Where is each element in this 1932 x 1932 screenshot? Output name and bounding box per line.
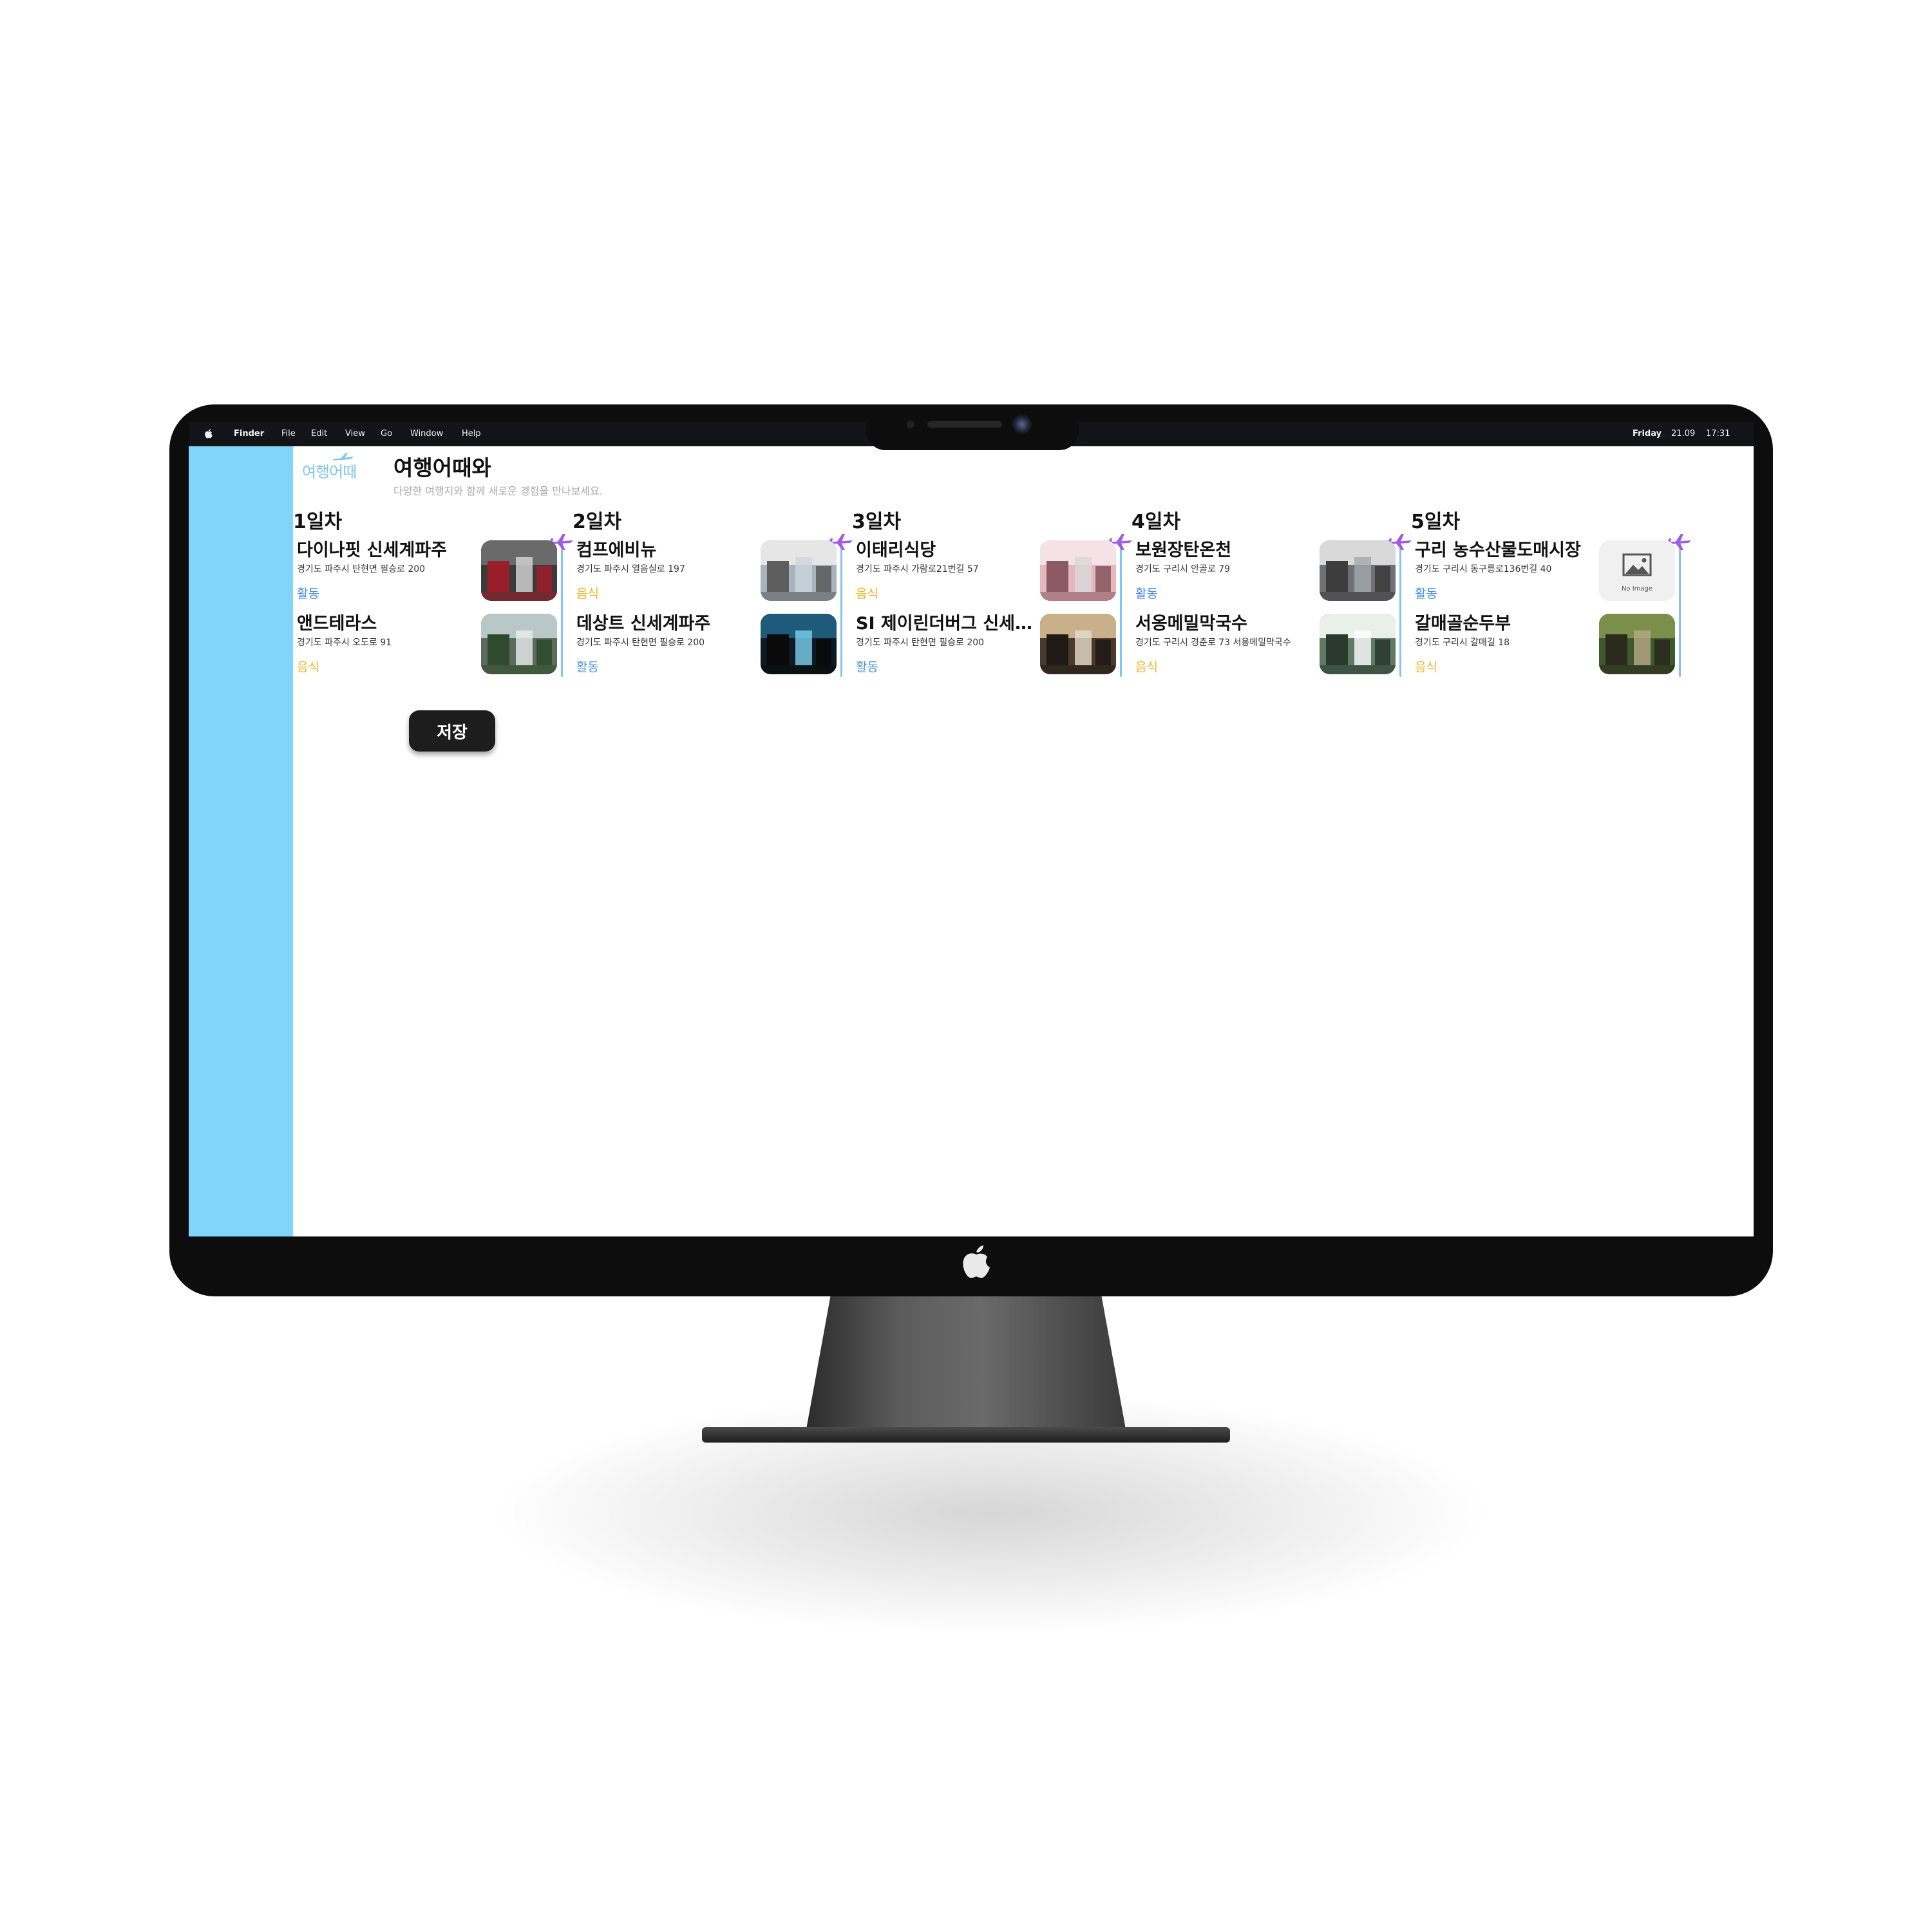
place-name: 컴프에비뉴 xyxy=(576,540,657,560)
place-category: 음식 xyxy=(1135,660,1158,674)
place-card[interactable]: SI 제이린더버그 신세계파주경기도 파주시 탄현면 필승로 200 활동 xyxy=(852,614,1116,688)
menu-help[interactable]: Help xyxy=(462,430,481,439)
sidebar xyxy=(189,446,293,1236)
menu-view[interactable]: View xyxy=(345,430,365,439)
place-category: 음식 xyxy=(1415,660,1437,674)
day-divider xyxy=(840,542,842,677)
place-card[interactable]: 보원장탄온천경기도 구리시 안골로 79 활동 xyxy=(1132,540,1396,614)
place-address: 경기도 파주시 탄현면 필승로 200 xyxy=(576,638,705,648)
place-name: SI 제이린더버그 신세계파주 xyxy=(856,614,1033,634)
day-divider xyxy=(561,542,563,677)
menubar-date: 21.09 xyxy=(1671,429,1696,439)
page-title: 여행어때와 xyxy=(393,455,491,480)
place-category: 음식 xyxy=(576,587,599,601)
place-name: 갈매골순두부 xyxy=(1415,614,1511,634)
placeholder-caption: No Image xyxy=(1621,585,1653,592)
place-photo xyxy=(1040,540,1116,601)
menubar-day: Friday xyxy=(1633,429,1662,439)
webcam xyxy=(1012,415,1032,434)
ambient-sensor xyxy=(907,421,914,428)
place-category: 활동 xyxy=(856,660,878,674)
day-title: 1일차 xyxy=(293,511,343,533)
screen: Finder File Edit View Go Window Help Fri… xyxy=(189,422,1754,1236)
place-card[interactable]: 데상트 신세계파주경기도 파주시 탄현면 필승로 200 활동 xyxy=(573,614,837,688)
speaker-slit xyxy=(927,421,1002,428)
place-name: 다이나핏 신세계파주 xyxy=(297,540,447,560)
menu-finder[interactable]: Finder xyxy=(234,430,264,439)
place-category: 활동 xyxy=(1415,587,1437,601)
logo-plane-icon xyxy=(333,453,354,460)
place-photo xyxy=(1320,614,1396,674)
place-address: 경기도 파주시 가람로21번길 57 xyxy=(856,564,979,574)
day-title: 2일차 xyxy=(573,511,622,533)
day-divider xyxy=(1120,542,1122,677)
place-category: 음식 xyxy=(297,660,319,674)
place-name: 앤드테라스 xyxy=(297,614,377,634)
day-divider xyxy=(1399,542,1401,677)
place-card[interactable]: 구리 농수산물도매시장경기도 구리시 동구릉로136번길 40 활동 No Imag… xyxy=(1411,540,1675,614)
monitor-stand xyxy=(805,1294,1127,1436)
place-address: 경기도 파주시 열음실로 197 xyxy=(576,564,685,574)
image-placeholder-icon: No Image xyxy=(1599,540,1675,601)
place-card[interactable]: 앤드테라스경기도 파주시 오도로 91 음식 xyxy=(293,614,557,688)
place-name: 이태리식당 xyxy=(856,540,936,560)
place-card[interactable]: 컴프에비뉴경기도 파주시 열음실로 197 음식 xyxy=(573,540,837,614)
place-photo xyxy=(761,540,837,601)
place-card[interactable]: 서옹메밀막국수경기도 구리시 경춘로 73 서옹메밀막국수음식 xyxy=(1132,614,1396,688)
place-name: 구리 농수산물도매시장 xyxy=(1415,540,1581,560)
page-subtitle: 다양한 여행지와 함께 새로운 경험을 만나보세요. xyxy=(393,485,603,497)
menu-edit[interactable]: Edit xyxy=(311,430,327,439)
place-address: 경기도 파주시 탄현면 필승로 200 xyxy=(297,564,426,574)
place-name: 서옹메밀막국수 xyxy=(1135,614,1247,634)
day-title: 5일차 xyxy=(1411,511,1461,533)
save-button[interactable]: 저장 xyxy=(409,710,495,752)
apple-logo-icon xyxy=(960,1243,992,1279)
main-content: 여행어때 여행어때와 다양한 여행지와 함께 새로운 경험을 만나보세요. 1일… xyxy=(293,446,1754,1236)
place-category: 활동 xyxy=(576,660,599,674)
place-address: 경기도 구리시 경춘로 73 서옹메밀막국수 xyxy=(1135,638,1291,648)
place-address: 경기도 구리시 갈매길 18 xyxy=(1415,638,1510,648)
place-category: 활동 xyxy=(297,587,319,601)
day-title: 3일차 xyxy=(852,511,902,533)
place-category: 음식 xyxy=(856,587,878,601)
place-photo xyxy=(481,540,557,601)
place-address: 경기도 구리시 안골로 79 xyxy=(1135,564,1231,574)
place-photo xyxy=(1040,614,1116,674)
place-photo xyxy=(1320,540,1396,601)
place-card[interactable]: 이태리식당경기도 파주시 가람로21번길 57 음식 xyxy=(852,540,1116,614)
camera-notch xyxy=(866,410,1079,450)
menu-file[interactable]: File xyxy=(281,430,296,439)
place-address: 경기도 파주시 오도로 91 xyxy=(297,638,392,648)
place-photo xyxy=(1599,614,1675,674)
place-address: 경기도 파주시 탄현면 필승로 200 xyxy=(856,638,985,648)
apple-menu-icon[interactable] xyxy=(204,428,213,440)
place-name: 보원장탄온천 xyxy=(1135,540,1232,560)
monitor-stand-base xyxy=(702,1427,1230,1443)
menubar-time: 17:31 xyxy=(1706,429,1730,439)
day-title: 4일차 xyxy=(1132,511,1181,533)
place-name: 데상트 신세계파주 xyxy=(576,614,711,634)
place-photo xyxy=(761,614,837,674)
place-card[interactable]: 갈매골순두부경기도 구리시 갈매길 18 음식 xyxy=(1411,614,1675,688)
place-photo xyxy=(481,614,557,674)
day-divider xyxy=(1679,542,1681,677)
place-card[interactable]: 다이나핏 신세계파주경기도 파주시 탄현면 필승로 200 활동 xyxy=(293,540,557,614)
place-category: 활동 xyxy=(1135,587,1158,601)
menu-window[interactable]: Window xyxy=(410,430,443,439)
menu-go[interactable]: Go xyxy=(381,430,392,439)
place-address: 경기도 구리시 동구릉로136번길 40 xyxy=(1415,564,1552,574)
